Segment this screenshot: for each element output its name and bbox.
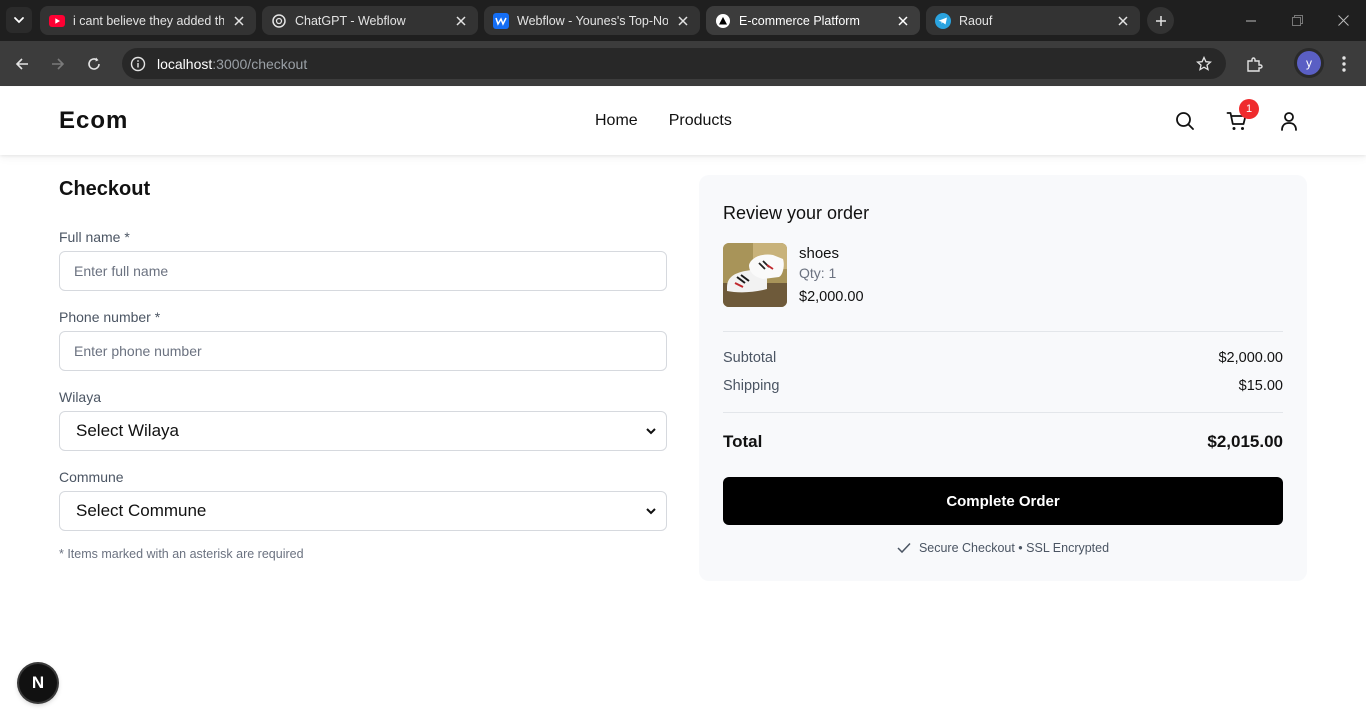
nextjs-logo-letter: N: [31, 673, 45, 692]
wilaya-label: Wilaya: [59, 389, 102, 405]
close-icon[interactable]: [1114, 12, 1132, 30]
full-name-label: Full name *: [59, 229, 130, 245]
wilaya-selected-value: Select Wilaya: [76, 421, 179, 440]
address-bar[interactable]: localhost:3000/checkout: [122, 48, 1226, 79]
site-logo[interactable]: Ecom: [59, 107, 128, 135]
phone-input[interactable]: [59, 331, 667, 371]
required-note: * Items marked with an asterisk are requ…: [59, 547, 304, 561]
minimize-icon: [1246, 20, 1256, 21]
page-title: Checkout: [59, 178, 151, 200]
close-icon[interactable]: [452, 12, 470, 30]
extensions-button[interactable]: [1239, 49, 1269, 79]
close-icon[interactable]: [674, 12, 692, 30]
nextjs-dev-indicator[interactable]: N: [19, 664, 57, 702]
browser-tab-ecommerce[interactable]: E-commerce Platform: [706, 6, 920, 35]
browser-tab-webflow[interactable]: Webflow - Younes's Top-Not: [484, 6, 700, 35]
chevron-down-icon: [646, 428, 656, 435]
nav-products-link[interactable]: Products: [669, 112, 732, 130]
shipping-value: $15.00: [1238, 378, 1283, 394]
tab-title: i cant believe they added thi: [73, 13, 224, 28]
search-icon: [1176, 112, 1194, 130]
more-vertical-icon: [1342, 56, 1346, 72]
nav-home-link[interactable]: Home: [595, 112, 638, 130]
tab-title: Webflow - Younes's Top-Not: [517, 13, 668, 28]
secure-checkout-text: Secure Checkout • SSL Encrypted: [918, 541, 1110, 555]
divider: [723, 331, 1283, 332]
divider: [723, 412, 1283, 413]
star-icon: [1196, 56, 1212, 71]
cart-count-badge: 1: [1239, 99, 1259, 119]
check-icon: [897, 542, 911, 554]
product-thumbnail: [723, 243, 787, 307]
new-tab-button[interactable]: [1147, 7, 1174, 34]
browser-tab-bar: i cant believe they added thi ChatGPT - …: [0, 0, 1366, 41]
user-icon: [1281, 112, 1297, 131]
site-header: Ecom Home Products: [0, 87, 1366, 155]
url-text: localhost:3000/checkout: [157, 56, 307, 72]
full-name-input[interactable]: [59, 251, 667, 291]
browser-menu-button[interactable]: [1329, 49, 1359, 79]
phone-label: Phone number *: [59, 309, 161, 325]
bookmark-button[interactable]: [1189, 49, 1219, 79]
minimize-button[interactable]: [1228, 0, 1274, 41]
restore-icon: [1291, 15, 1303, 26]
tab-title: Raouf: [959, 13, 993, 28]
wilaya-select[interactable]: Select Wilaya: [59, 411, 667, 451]
arrow-left-icon: [15, 58, 28, 70]
forward-button[interactable]: [43, 49, 73, 79]
url-path: :3000/checkout: [212, 55, 308, 72]
item-price: $2,000.00: [799, 289, 864, 305]
complete-order-button[interactable]: Complete Order: [723, 477, 1283, 525]
browser-tab-youtube[interactable]: i cant believe they added thi: [40, 6, 256, 35]
url-host: localhost: [157, 55, 213, 72]
close-window-button[interactable]: [1320, 0, 1366, 41]
close-icon[interactable]: [894, 12, 912, 30]
arrow-right-icon: [52, 58, 65, 70]
browser-toolbar: localhost:3000/checkout y: [0, 41, 1366, 86]
secure-checkout-note: Secure Checkout • SSL Encrypted: [699, 541, 1307, 555]
main-nav: Home Products: [595, 112, 732, 130]
tab-title: E-commerce Platform: [739, 13, 860, 28]
chatgpt-icon: [271, 13, 287, 29]
item-name: shoes: [799, 245, 840, 262]
profile-avatar[interactable]: y: [1297, 51, 1321, 75]
search-button[interactable]: [1173, 109, 1197, 133]
close-icon[interactable]: [230, 12, 248, 30]
reload-icon: [88, 57, 100, 70]
shipping-label: Shipping: [723, 378, 780, 394]
back-button[interactable]: [7, 49, 37, 79]
browser-tab-chatgpt[interactable]: ChatGPT - Webflow: [262, 6, 478, 35]
restore-button[interactable]: [1274, 0, 1320, 41]
total-label: Total: [723, 432, 763, 451]
nextjs-icon: [715, 13, 731, 29]
subtotal-label: Subtotal: [723, 350, 777, 366]
tab-title: ChatGPT - Webflow: [295, 13, 406, 28]
youtube-icon: [49, 13, 65, 29]
chevron-down-icon: [14, 17, 24, 24]
plus-icon: [1155, 15, 1166, 26]
browser-tab-telegram[interactable]: Raouf: [926, 6, 1140, 35]
site-info-icon[interactable]: [123, 48, 153, 79]
account-button[interactable]: [1277, 109, 1301, 133]
summary-title: Review your order: [723, 203, 870, 223]
order-summary: Review your order shoes Qty: 1 $2,000.00…: [699, 175, 1307, 581]
webflow-icon: [493, 12, 509, 29]
commune-label: Commune: [59, 469, 124, 485]
item-quantity: Qty: 1: [799, 265, 837, 281]
puzzle-icon: [1246, 56, 1263, 72]
close-icon: [1337, 15, 1349, 26]
subtotal-value: $2,000.00: [1218, 350, 1283, 366]
chevron-down-icon: [646, 508, 656, 515]
commune-select[interactable]: Select Commune: [59, 491, 667, 531]
tab-search-button[interactable]: [6, 7, 32, 33]
reload-button[interactable]: [79, 49, 109, 79]
commune-selected-value: Select Commune: [76, 501, 207, 520]
total-value: $2,015.00: [1207, 432, 1283, 451]
telegram-icon: [935, 12, 951, 29]
